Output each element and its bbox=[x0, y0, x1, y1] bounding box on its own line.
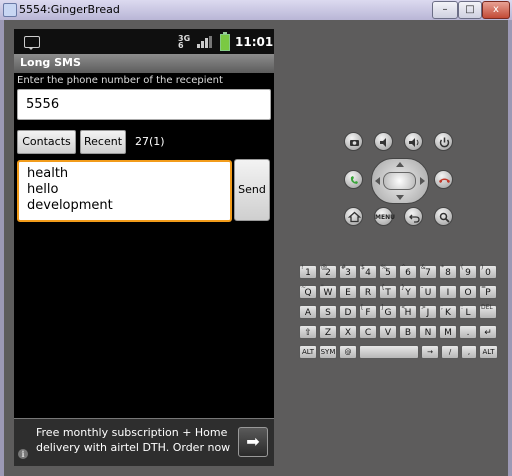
home-icon[interactable] bbox=[344, 207, 363, 226]
status-bar: 3G 6 11:01 bbox=[14, 29, 274, 54]
keyboard-key[interactable]: * 8 bbox=[439, 265, 457, 279]
keyboard-key[interactable]: & 7 bbox=[419, 265, 437, 279]
close-button[interactable]: x bbox=[482, 1, 510, 19]
keyboard-key[interactable]: % 5 bbox=[379, 265, 397, 279]
window-titlebar[interactable]: 5554:GingerBread – □ x bbox=[0, 0, 512, 21]
keyboard-key[interactable]: ⇧ bbox=[299, 325, 317, 339]
phone-screen: 3G 6 11:01 Long SMS Enter the phone numb… bbox=[14, 29, 274, 466]
keyboard-key[interactable]: S bbox=[319, 305, 337, 319]
search-icon[interactable] bbox=[434, 207, 453, 226]
window-border-right bbox=[508, 20, 512, 476]
keyboard-key[interactable]: ↵ bbox=[479, 325, 497, 339]
keyboard-key[interactable]: ; K bbox=[439, 305, 457, 319]
app-title-bar: Long SMS bbox=[14, 54, 274, 73]
keyboard-key[interactable]: ] G bbox=[379, 305, 397, 319]
dpad-center-button[interactable] bbox=[383, 172, 416, 190]
keyboard-key[interactable]: ALT bbox=[479, 345, 498, 359]
phone-number-label: Enter the phone number of the recepient bbox=[17, 75, 223, 86]
character-count: 27(1) bbox=[135, 135, 165, 148]
message-line: development bbox=[27, 198, 113, 213]
keyboard-key[interactable]: ~ Q bbox=[299, 285, 317, 299]
keyboard-key[interactable]: = P bbox=[479, 285, 497, 299]
end-call-icon[interactable] bbox=[434, 170, 453, 189]
phone-number-input[interactable]: 5556 bbox=[17, 89, 271, 120]
message-input[interactable]: health hello development bbox=[17, 160, 232, 222]
keyboard-key[interactable]: Z bbox=[319, 325, 337, 339]
keyboard-key[interactable]: A bbox=[299, 305, 317, 319]
keyboard-key[interactable]: -U bbox=[419, 285, 437, 299]
minimize-button[interactable]: – bbox=[432, 1, 458, 19]
keyboard-key[interactable]: O bbox=[459, 285, 477, 299]
ad-banner[interactable]: Free monthly subscription + Home deliver… bbox=[14, 418, 274, 466]
recent-button[interactable]: Recent bbox=[80, 130, 126, 154]
keyboard-key[interactable]: B bbox=[399, 325, 417, 339]
app-window-icon bbox=[3, 3, 17, 17]
keyboard-key[interactable]: D bbox=[339, 305, 357, 319]
keyboard-key[interactable]: $4 bbox=[359, 265, 377, 279]
ad-info-icon[interactable]: i bbox=[18, 449, 28, 459]
keyboard-key[interactable]: M bbox=[439, 325, 457, 339]
ad-arrow-button[interactable]: ➡ bbox=[238, 427, 268, 457]
keyboard-key[interactable]: , bbox=[461, 345, 477, 359]
keyboard-key[interactable]: :L bbox=[459, 305, 477, 319]
keyboard-key[interactable]: ! 1 bbox=[299, 265, 317, 279]
keyboard-key[interactable]: ALT bbox=[299, 345, 317, 359]
keyboard-key[interactable]: R bbox=[359, 285, 377, 299]
ad-text: Free monthly subscription + Home deliver… bbox=[36, 426, 231, 454]
keyboard-key[interactable]: C bbox=[359, 325, 377, 339]
message-line: hello bbox=[27, 182, 59, 197]
keyboard-key[interactable]: ^ 6 bbox=[399, 265, 417, 279]
keyboard-key[interactable]: N bbox=[419, 325, 437, 339]
send-button[interactable]: Send bbox=[234, 159, 270, 221]
hardware-keyboard: ! 1 @2 #3 $4% 5 ^ 6 & 7 * 8(9) 0 ~ Q " W E R{T} Y - U I O = P A S D[… bbox=[299, 265, 498, 362]
call-icon[interactable] bbox=[344, 170, 363, 189]
power-icon[interactable] bbox=[434, 132, 453, 151]
keyboard-key[interactable]: (9 bbox=[459, 265, 477, 279]
app-title: Long SMS bbox=[20, 56, 81, 69]
sms-notification-icon bbox=[24, 36, 40, 50]
back-icon[interactable] bbox=[404, 207, 423, 226]
keyboard-key[interactable]: E bbox=[339, 285, 357, 299]
signal-strength-icon bbox=[197, 36, 212, 48]
keyboard-key[interactable]: {T bbox=[379, 285, 397, 299]
maximize-button[interactable]: □ bbox=[458, 1, 482, 19]
camera-icon[interactable] bbox=[344, 132, 363, 151]
keyboard-key[interactable]: → bbox=[421, 345, 439, 359]
network-type-icon: 3G 6 bbox=[178, 34, 191, 50]
space-key[interactable] bbox=[359, 345, 419, 359]
keyboard-key[interactable]: " W bbox=[319, 285, 337, 299]
keyboard-key[interactable]: DEL bbox=[479, 305, 497, 319]
volume-up-icon[interactable] bbox=[404, 132, 423, 151]
volume-down-icon[interactable] bbox=[374, 132, 393, 151]
battery-charging-icon bbox=[220, 32, 230, 51]
keyboard-key[interactable]: I bbox=[439, 285, 457, 299]
keyboard-key[interactable]: #3 bbox=[339, 265, 357, 279]
window-title: 5554:GingerBread bbox=[19, 3, 120, 16]
message-line: health bbox=[27, 166, 69, 181]
keyboard-key[interactable]: @ bbox=[339, 345, 357, 359]
keyboard-key[interactable]: SYM bbox=[319, 345, 337, 359]
window-border-left bbox=[0, 20, 4, 476]
keyboard-key[interactable]: @2 bbox=[319, 265, 337, 279]
status-clock: 11:01 bbox=[235, 35, 274, 49]
keyboard-key[interactable]: < H bbox=[399, 305, 417, 319]
contacts-button[interactable]: Contacts bbox=[17, 130, 76, 154]
keyboard-key[interactable]: [F bbox=[359, 305, 377, 319]
keyboard-key[interactable]: ) 0 bbox=[479, 265, 497, 279]
keyboard-key[interactable]: / bbox=[441, 345, 459, 359]
keyboard-key[interactable]: > J bbox=[419, 305, 437, 319]
keyboard-key[interactable]: . bbox=[459, 325, 477, 339]
menu-button[interactable]: MENU bbox=[374, 207, 395, 226]
keyboard-key[interactable]: } Y bbox=[399, 285, 417, 299]
keyboard-key[interactable]: X bbox=[339, 325, 357, 339]
keyboard-key[interactable]: V bbox=[379, 325, 397, 339]
